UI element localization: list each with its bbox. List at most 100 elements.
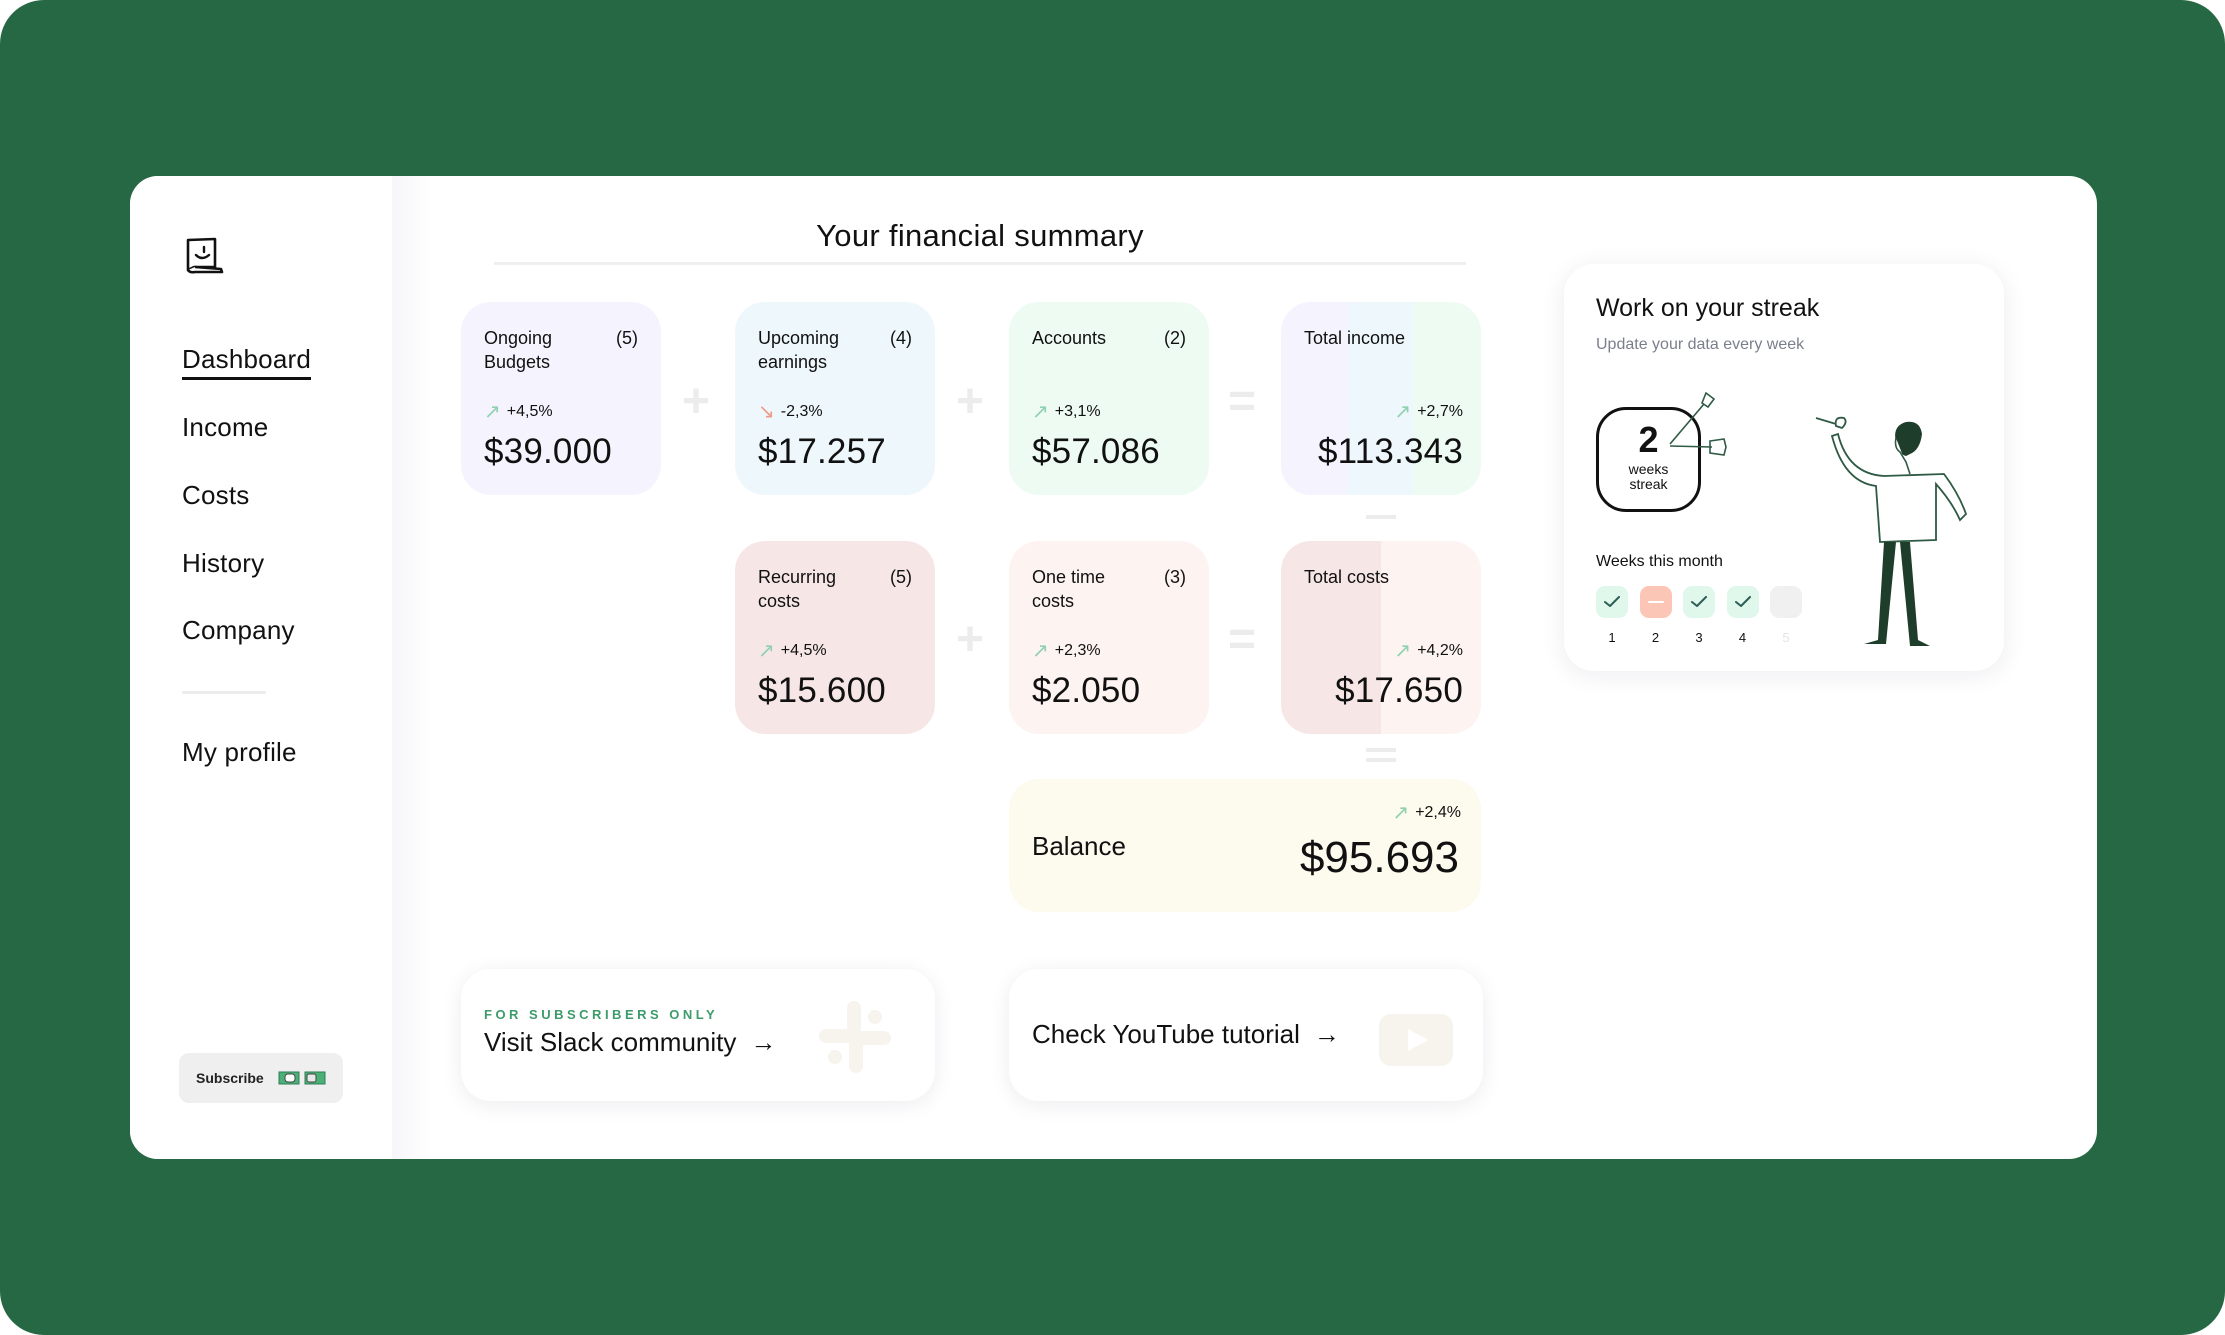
streak-widget: Work on your streak Update your data eve…	[1564, 264, 2004, 671]
change-value: +3,1%	[1054, 403, 1101, 420]
card-ongoing-budgets[interactable]: Ongoing Budgets (5) ↗ +4,5% $39.000	[461, 302, 661, 495]
card-label: One time costs	[1032, 567, 1106, 611]
minus-operator	[1366, 515, 1396, 519]
card-change: ↗ +3,1%	[1032, 402, 1101, 422]
card-label: Total income	[1304, 328, 1406, 348]
card-accounts[interactable]: Accounts (2) ↗ +3,1% $57.086	[1009, 302, 1209, 495]
trend-up-icon: ↗	[484, 401, 501, 423]
trend-up-icon: ↗	[1392, 802, 1410, 824]
change-value: +4,2%	[1417, 642, 1463, 659]
week-1-done[interactable]	[1596, 586, 1628, 618]
arrow-right-icon: →	[1313, 1019, 1340, 1049]
streak-unit-line2: streak	[1629, 476, 1668, 492]
equals-operator-line	[1366, 758, 1396, 762]
card-change: ↗ +2,3%	[1032, 641, 1101, 661]
card-change: ↗ +4,2%	[1394, 641, 1463, 661]
subscribe-button[interactable]: Subscribe	[179, 1053, 343, 1103]
card-value: $39.000	[484, 432, 612, 471]
card-value: $113.343	[1318, 432, 1463, 471]
card-change: ↘ -2,3%	[758, 402, 823, 422]
nav-item-history[interactable]: History	[182, 548, 264, 579]
card-label: Upcoming earnings	[758, 328, 840, 372]
trend-down-icon: ↘	[758, 401, 775, 423]
card-value: $17.650	[1335, 671, 1463, 710]
weeks-this-month-label: Weeks this month	[1596, 553, 1723, 570]
card-value: $57.086	[1032, 432, 1160, 471]
change-value: +2,7%	[1417, 403, 1463, 420]
dash-icon	[1647, 601, 1664, 603]
app-window: Dashboard Income Costs History Company M…	[130, 176, 2097, 1159]
title-divider	[494, 262, 1466, 265]
check-icon	[1734, 596, 1751, 607]
nav-item-company[interactable]: Company	[182, 615, 295, 646]
trend-up-icon: ↗	[1032, 640, 1049, 662]
equals-operator: =	[1228, 613, 1257, 666]
equals-operator-line	[1366, 748, 1396, 752]
card-one-time-costs[interactable]: One time costs (3) ↗ +2,3% $2.050	[1009, 541, 1209, 734]
plus-operator: +	[682, 375, 711, 428]
card-change: ↗ +2,7%	[1394, 402, 1463, 422]
check-icon	[1604, 596, 1620, 607]
nav-item-my-profile[interactable]: My profile	[182, 737, 297, 768]
check-icon	[1691, 596, 1707, 607]
card-count: (5)	[616, 328, 638, 348]
card-count: (4)	[890, 328, 912, 348]
card-label: Ongoing Budgets	[484, 328, 553, 372]
week-3-done[interactable]	[1683, 586, 1715, 618]
card-value: $2.050	[1032, 671, 1141, 710]
card-count: (2)	[1164, 328, 1186, 348]
balance-change: ↗ +2,4%	[1392, 803, 1461, 823]
week-number: 2	[1651, 630, 1660, 645]
card-label: Total costs	[1304, 567, 1390, 587]
card-recurring-costs[interactable]: Recurring costs (5) ↗ +4,5% $15.600	[735, 541, 935, 734]
banknote-icon	[278, 1071, 300, 1085]
card-count: (3)	[1164, 567, 1186, 587]
card-upcoming-earnings[interactable]: Upcoming earnings (4) ↘ -2,3% $17.257	[735, 302, 935, 495]
youtube-link-text: Check YouTube tutorial →	[1032, 1019, 1340, 1050]
equals-operator: =	[1228, 375, 1257, 428]
nav-item-income[interactable]: Income	[182, 412, 268, 443]
slack-link-text: Visit Slack community →	[484, 1027, 776, 1058]
card-label: Recurring costs	[758, 567, 837, 611]
youtube-tutorial-link[interactable]: Check YouTube tutorial →	[1009, 969, 1483, 1101]
streak-subtitle: Update your data every week	[1596, 336, 1805, 353]
nav-item-costs[interactable]: Costs	[182, 480, 249, 511]
card-balance[interactable]: Balance ↗ +2,4% $95.693	[1009, 779, 1481, 912]
trend-up-icon: ↗	[1394, 640, 1412, 662]
money-icons	[278, 1071, 326, 1085]
slack-icon	[819, 1001, 891, 1073]
week-number: 4	[1738, 630, 1747, 645]
balance-label: Balance	[1032, 831, 1126, 861]
nav-item-dashboard[interactable]: Dashboard	[182, 344, 311, 380]
trend-up-icon: ↗	[1032, 401, 1049, 423]
card-total-costs[interactable]: Total costs ↗ +4,2% $17.650	[1281, 541, 1481, 734]
week-5-future[interactable]	[1770, 586, 1802, 618]
darts-icon	[1669, 391, 1727, 456]
plus-operator: +	[956, 375, 985, 428]
nav-divider	[182, 691, 266, 694]
youtube-link-label: Check YouTube tutorial	[1032, 1019, 1300, 1049]
logo-icon[interactable]	[182, 234, 224, 276]
slack-link-label: Visit Slack community	[484, 1027, 737, 1057]
page-title: Your financial summary	[816, 218, 1144, 253]
streak-unit-line1: weeks	[1628, 461, 1669, 477]
card-value: $15.600	[758, 671, 886, 710]
week-4-done[interactable]	[1726, 586, 1759, 618]
sidebar: Dashboard Income Costs History Company M…	[130, 176, 392, 1159]
subscribe-label: Subscribe	[196, 1070, 264, 1086]
card-change: ↗ +4,5%	[484, 402, 553, 422]
trend-up-icon: ↗	[758, 640, 775, 662]
change-value: +4,5%	[506, 403, 553, 420]
week-2-missed[interactable]	[1639, 586, 1672, 618]
card-label: Accounts	[1032, 328, 1107, 348]
week-number: 5	[1782, 630, 1790, 645]
streak-title: Work on your streak	[1596, 294, 1820, 322]
youtube-play-icon	[1379, 1014, 1453, 1066]
plus-operator: +	[956, 613, 985, 666]
trend-up-icon: ↗	[1394, 401, 1412, 423]
card-total-income[interactable]: Total income ↗ +2,7% $113.343	[1281, 302, 1481, 495]
main-edge-shade	[392, 176, 432, 1159]
slack-community-link[interactable]: FOR SUBSCRIBERS ONLY Visit Slack communi…	[461, 969, 935, 1101]
subscribers-only-label: FOR SUBSCRIBERS ONLY	[484, 1007, 719, 1022]
arrow-right-icon: →	[750, 1027, 777, 1057]
